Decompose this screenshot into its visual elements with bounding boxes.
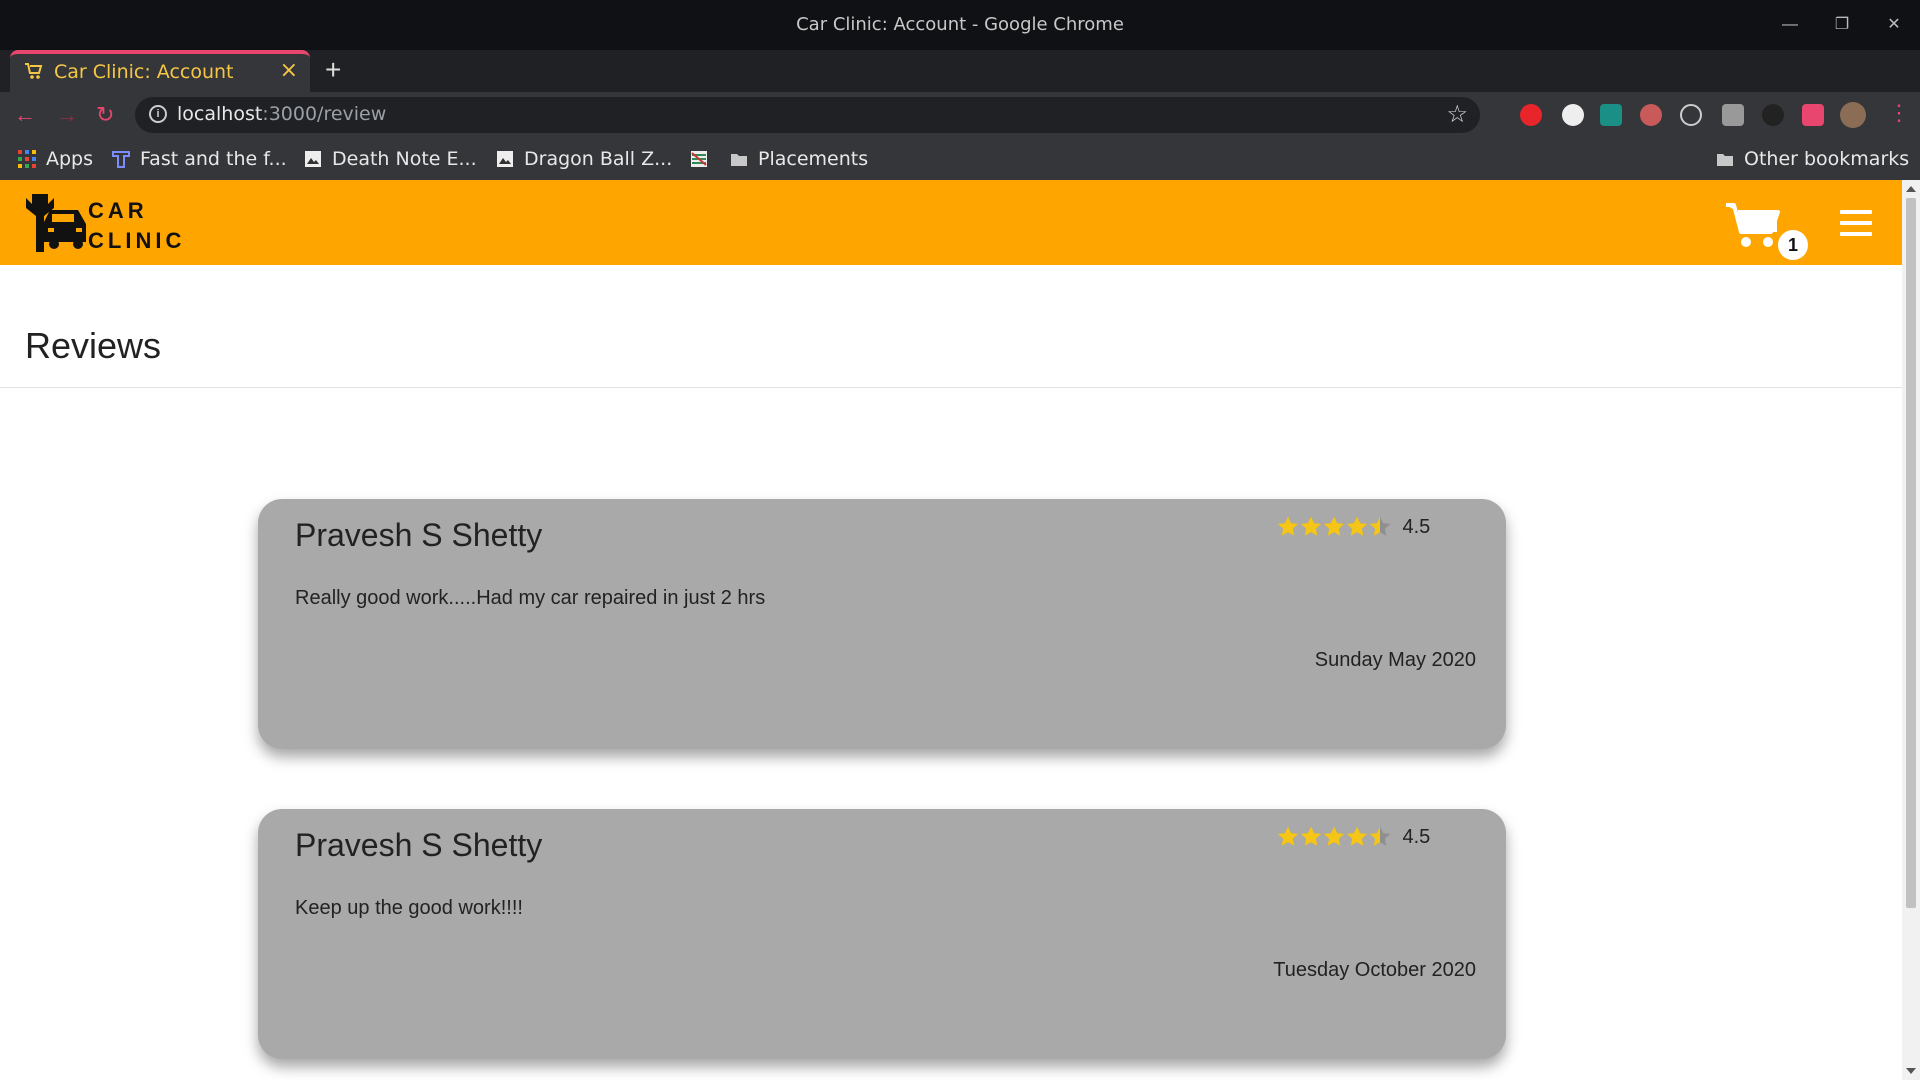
cart-favicon-icon (25, 63, 43, 79)
image-icon (305, 151, 321, 167)
folder-icon (731, 154, 747, 166)
scroll-up-arrow-icon[interactable] (1906, 186, 1916, 192)
window-title: Car Clinic: Account - Google Chrome (796, 14, 1124, 35)
star-icon (1369, 826, 1391, 846)
star-icon (1277, 516, 1299, 536)
star-icon (1300, 826, 1322, 846)
star-icon (1323, 516, 1345, 536)
review-text: Keep up the good work!!!! (295, 897, 523, 919)
extension-r-icon[interactable] (1722, 104, 1744, 126)
scroll-thumb[interactable] (1906, 198, 1916, 908)
back-icon[interactable]: ← (14, 92, 36, 138)
reviewer-name: Pravesh S Shetty (295, 517, 543, 553)
cart-count-badge: 1 (1778, 230, 1808, 260)
extension-react-icon[interactable] (1680, 104, 1702, 126)
review-text: Really good work.....Had my car repaired… (295, 587, 766, 609)
page-scrollbar[interactable] (1902, 180, 1920, 1080)
scroll-down-arrow-icon[interactable] (1906, 1068, 1916, 1074)
star-icon (1323, 826, 1345, 846)
review-card: Pravesh S Shetty 4.5 Really good work...… (258, 499, 1506, 749)
bookmark-apps[interactable]: Apps (18, 138, 93, 180)
tab-title: Car Clinic: Account (54, 61, 234, 83)
rating-value: 4.5 (1402, 825, 1431, 848)
car-wrench-logo-icon[interactable] (22, 192, 88, 254)
site-info-icon[interactable]: i (149, 105, 167, 123)
url-text[interactable]: localhost:3000/review (177, 103, 386, 125)
extension-circle-icon[interactable] (1562, 104, 1584, 126)
bookmark-striped[interactable] (690, 138, 718, 180)
bookmarks-bar: Apps Fast and the f... Death Note E... D… (0, 138, 1920, 180)
minimize-icon[interactable]: — (1764, 0, 1816, 50)
striped-icon (691, 151, 707, 167)
extensions-puzzle-icon[interactable] (1802, 104, 1824, 126)
tab-car-clinic[interactable]: Car Clinic: Account × (10, 50, 310, 92)
image-icon (497, 151, 513, 167)
rating-value: 4.5 (1402, 515, 1431, 538)
profile-avatar[interactable] (1840, 102, 1866, 128)
star-icon (1300, 516, 1322, 536)
page-title: Reviews (25, 325, 162, 366)
browser-menu-icon[interactable]: ⋮ (1888, 100, 1910, 126)
star-rating-icon (1277, 826, 1391, 846)
review-date: Sunday May 2020 (1314, 649, 1476, 671)
apps-grid-icon (18, 150, 36, 168)
close-window-icon[interactable]: ✕ (1868, 0, 1920, 50)
window-titlebar: Car Clinic: Account - Google Chrome (0, 0, 1920, 50)
other-bookmarks[interactable]: Other bookmarks (1716, 138, 1909, 180)
restore-icon[interactable]: ❐ (1816, 0, 1868, 50)
bookmark-death-note[interactable]: Death Note E... (304, 138, 477, 180)
shopping-cart-icon[interactable] (1726, 202, 1782, 248)
hamburger-menu-icon[interactable] (1840, 210, 1872, 236)
tab-close-icon[interactable]: × (280, 58, 298, 83)
star-icon (1277, 826, 1299, 846)
extension-adblock-icon[interactable] (1520, 104, 1542, 126)
folder-icon (1717, 154, 1733, 166)
rating: 4.5 (1276, 825, 1430, 857)
rating: 4.5 (1276, 515, 1430, 547)
bookmark-placements[interactable]: Placements (730, 138, 868, 180)
new-tab-icon[interactable]: + (325, 54, 341, 86)
bookmark-star-icon[interactable]: ☆ (1446, 100, 1468, 129)
star-icon (1346, 826, 1368, 846)
tab-strip: Car Clinic: Account × (0, 50, 1920, 92)
divider (0, 387, 1902, 388)
review-card: Pravesh S Shetty 4.5 Keep up the good wo… (258, 809, 1506, 1059)
forward-icon[interactable]: → (56, 92, 78, 138)
bookmark-fast-and-the-furious[interactable]: Fast and the f... (112, 138, 287, 180)
review-date: Tuesday October 2020 (1273, 959, 1476, 981)
extension-s-icon[interactable] (1600, 104, 1622, 126)
bookmark-dragon-ball-z[interactable]: Dragon Ball Z... (496, 138, 672, 180)
address-bar[interactable]: i localhost:3000/review ☆ (135, 97, 1480, 133)
reviewer-name: Pravesh S Shetty (295, 827, 543, 863)
site-logo-text[interactable]: CAR CLINIC (88, 196, 185, 256)
star-rating-icon (1277, 516, 1391, 536)
t-icon (112, 151, 130, 168)
site-navbar: CAR CLINIC 1 (0, 180, 1902, 265)
star-icon (1369, 516, 1391, 536)
extension-glasses-icon[interactable] (1640, 104, 1662, 126)
reload-icon[interactable]: ↻ (96, 92, 114, 138)
page-viewport: CAR CLINIC 1 Reviews Pravesh S Shetty 4.… (0, 180, 1902, 1080)
extension-web-icon[interactable] (1762, 104, 1784, 126)
star-icon (1346, 516, 1368, 536)
